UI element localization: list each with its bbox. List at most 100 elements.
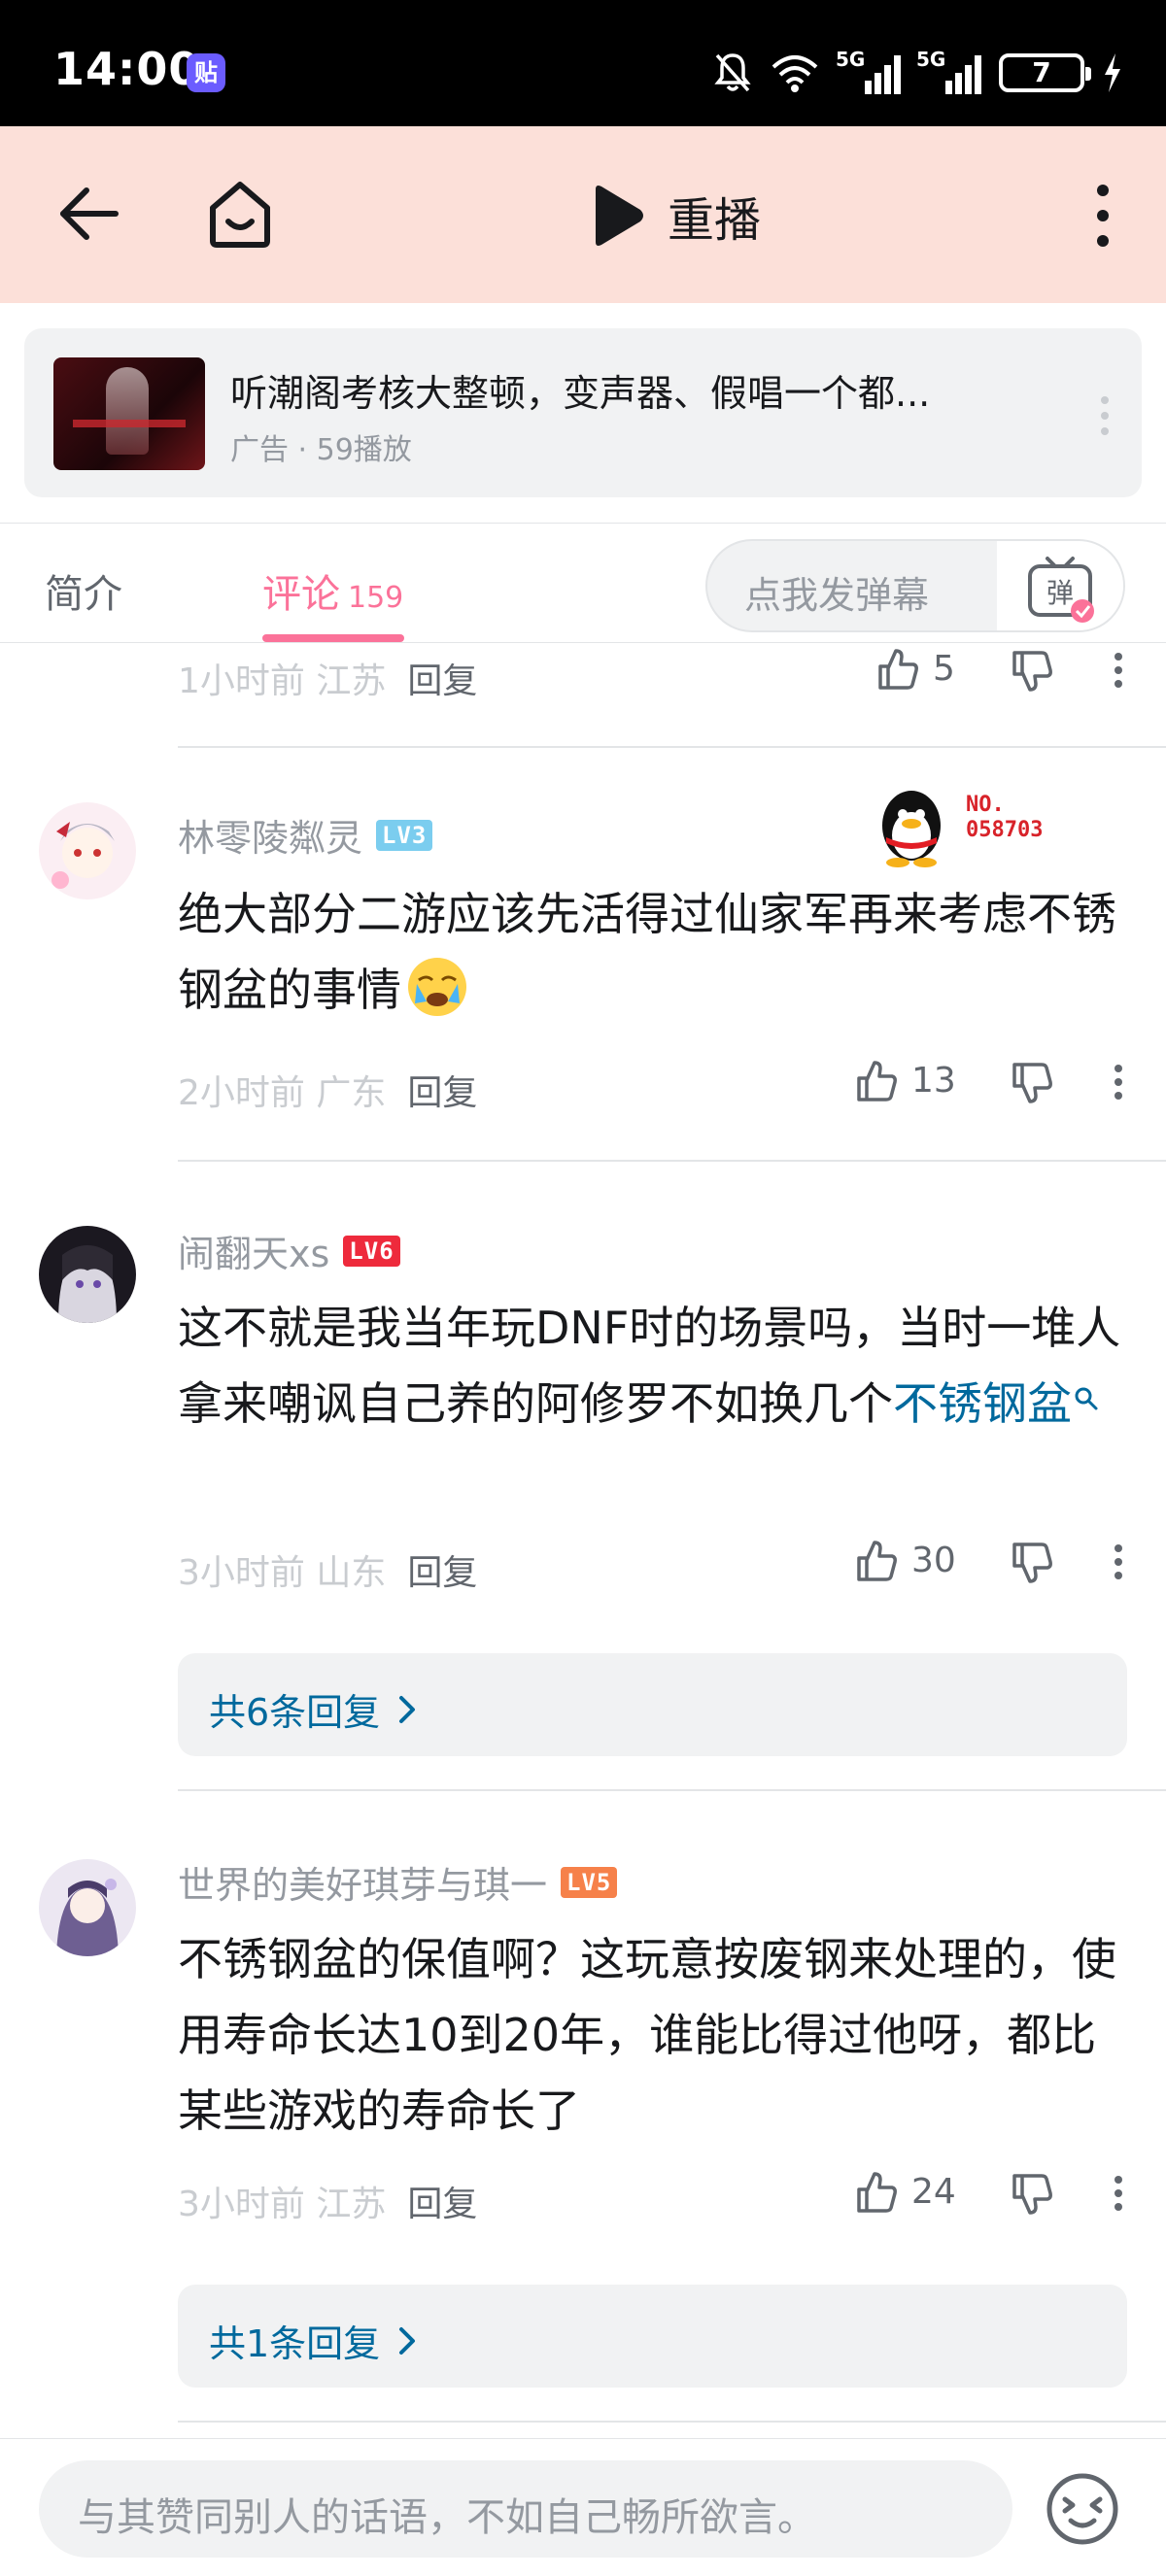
reply-button[interactable]: 回复 xyxy=(407,1544,477,1595)
search-icon[interactable] xyxy=(1074,1386,1099,1411)
battery-icon: 7 xyxy=(999,53,1091,92)
ad-more-icon[interactable] xyxy=(1085,387,1124,445)
thumbs-up-icon xyxy=(857,2172,897,2213)
signal-2-icon: 5G xyxy=(916,48,981,94)
active-tab-indicator xyxy=(262,634,404,642)
like-button[interactable]: 5 xyxy=(874,645,955,692)
view-replies-button[interactable]: 共1条回复 xyxy=(178,2285,1127,2388)
comment-time: 1小时前 江苏 xyxy=(178,661,387,701)
sob-emoji-icon xyxy=(408,958,466,1016)
comment-meta: 1小时前 江苏 回复 xyxy=(178,653,477,703)
thumbs-down-icon[interactable] xyxy=(1009,647,1055,694)
comment-input[interactable]: 与其赞同别人的话语，不如自己畅所欲言。 xyxy=(39,2460,1012,2558)
danmaku-icon-label: 弹 xyxy=(1046,577,1074,609)
status-icons: 5G 5G 7 xyxy=(713,48,1123,97)
username-text: 世界的美好琪芽与琪一 xyxy=(178,1864,548,1907)
level-badge: LV3 xyxy=(376,819,433,851)
comment-meta: 3小时前 山东 回复 xyxy=(178,1544,477,1595)
comment-time: 3小时前 山东 xyxy=(178,1553,387,1593)
comment-list: 1小时前 江苏 回复 5 林零陵粼灵 LV3 NO. 058703 绝大部分二游… xyxy=(0,643,1166,2438)
username[interactable]: 世界的美好琪芽与琪一 LV5 xyxy=(178,1855,618,1909)
comment-more-icon[interactable] xyxy=(1104,649,1133,692)
avatar[interactable] xyxy=(39,802,136,899)
reply-button[interactable]: 回复 xyxy=(407,653,477,703)
comment-divider xyxy=(178,1789,1166,1791)
ad-subtitle: 广告 · 59播放 xyxy=(230,433,412,467)
search-link[interactable]: 不锈钢盆 xyxy=(893,1377,1072,1430)
replies-label: 共6条回复 xyxy=(209,1682,417,1736)
replay-label: 重播 xyxy=(668,193,762,248)
comment-meta: 3小时前 江苏 回复 xyxy=(178,2176,477,2226)
danmaku-input-box[interactable]: 点我发弹幕 弹 xyxy=(705,539,1125,632)
level-badge: LV6 xyxy=(343,1235,400,1267)
more-vertical-icon[interactable] xyxy=(1079,175,1127,256)
thumbs-up-icon xyxy=(878,649,918,690)
wifi-icon xyxy=(772,55,818,92)
reply-button[interactable]: 回复 xyxy=(407,1065,477,1115)
tabs-bar: 简介 评论 159 点我发弹幕 弹 xyxy=(0,523,1166,643)
comment-divider xyxy=(178,746,1166,748)
like-button[interactable]: 13 xyxy=(853,1057,956,1103)
comment-input-placeholder[interactable]: 与其赞同别人的话语，不如自己畅所欲言。 xyxy=(78,2486,816,2542)
tab-comments[interactable]: 评论 159 xyxy=(262,562,403,619)
username[interactable]: 林零陵粼灵 LV3 xyxy=(178,808,433,862)
comment-meta: 2小时前 广东 回复 xyxy=(178,1065,477,1115)
thumbs-down-icon[interactable] xyxy=(1009,2170,1055,2217)
username-text: 林零陵粼灵 xyxy=(178,817,363,860)
thumbs-up-icon xyxy=(857,1061,897,1102)
comment-more-icon[interactable] xyxy=(1104,1061,1133,1103)
view-replies-button[interactable]: 共6条回复 xyxy=(178,1653,1127,1756)
ad-thumbnail[interactable] xyxy=(53,357,205,470)
thumbs-down-icon[interactable] xyxy=(1009,1059,1055,1105)
signal-1-icon: 5G xyxy=(836,48,901,94)
reply-button[interactable]: 回复 xyxy=(407,2176,477,2226)
comment-text: 这不就是我当年玩DNF时的场景吗，当时一堆人拿来嘲讽自己养的阿修罗不如换几个不锈… xyxy=(178,1302,1121,1430)
back-arrow-icon[interactable] xyxy=(53,175,131,253)
comment-more-icon[interactable] xyxy=(1104,2172,1133,2215)
network-type-label: 5G xyxy=(836,48,866,71)
tab-comments-label: 评论 xyxy=(262,572,340,617)
comment-text: 绝大部分二游应该先活得过仙家军再来考虑不锈钢盆的事情 xyxy=(178,876,1135,1028)
network-type-label: 5G xyxy=(916,48,946,71)
comment-time: 2小时前 广东 xyxy=(178,1073,387,1113)
thumbs-down-icon[interactable] xyxy=(1009,1539,1055,1585)
fan-badge-number: NO. 058703 xyxy=(966,793,1044,842)
comment-time: 3小时前 江苏 xyxy=(178,2185,387,2224)
thumbs-up-icon xyxy=(857,1541,897,1581)
mute-bell-icon xyxy=(714,53,751,92)
comment-divider xyxy=(178,1160,1166,1162)
username[interactable]: 闹翻天xs LV6 xyxy=(178,1224,400,1277)
tieba-app-icon: 贴 xyxy=(187,53,225,92)
like-count: 24 xyxy=(911,2171,956,2212)
emoji-icon[interactable] xyxy=(1042,2468,1123,2550)
chevron-right-icon xyxy=(399,1695,416,1723)
ad-card[interactable]: 听潮阁考核大整顿，变声器、假唱一个都... 广告 · 59播放 xyxy=(24,328,1142,497)
like-count: 30 xyxy=(911,1540,956,1580)
tab-intro[interactable]: 简介 xyxy=(45,562,122,619)
danmaku-placeholder[interactable]: 点我发弹幕 xyxy=(744,565,929,619)
qq-penguin-icon xyxy=(882,791,941,867)
home-icon[interactable] xyxy=(199,173,281,254)
username-text: 闹翻天xs xyxy=(178,1233,330,1275)
status-bar: 14:00 贴 5G 5G 7 xyxy=(0,0,1166,126)
status-time: 14:00 xyxy=(53,43,201,95)
chevron-right-icon xyxy=(399,2326,416,2355)
ad-title[interactable]: 听潮阁考核大整顿，变声器、假唱一个都... xyxy=(230,363,1027,417)
danmaku-tv-icon: 弹 xyxy=(1028,557,1094,623)
like-button[interactable]: 30 xyxy=(853,1537,956,1583)
danmaku-toggle[interactable]: 弹 xyxy=(997,541,1123,630)
like-button[interactable]: 24 xyxy=(853,2168,956,2215)
comment-more-icon[interactable] xyxy=(1104,1541,1133,1583)
comment-input-bar: 与其赞同别人的话语，不如自己畅所欲言。 xyxy=(0,2438,1166,2576)
fan-badge: NO. 058703 xyxy=(873,781,1067,868)
tab-comments-count: 159 xyxy=(348,581,404,615)
replay-button[interactable]: 重播 xyxy=(588,177,761,254)
charging-bolt-icon xyxy=(1105,53,1120,92)
avatar[interactable] xyxy=(39,1226,136,1323)
play-icon xyxy=(596,186,643,246)
level-badge: LV5 xyxy=(561,1866,618,1898)
replies-label: 共1条回复 xyxy=(209,2314,417,2367)
comment-divider xyxy=(178,2421,1166,2423)
like-count: 5 xyxy=(933,648,955,689)
avatar[interactable] xyxy=(39,1859,136,1956)
